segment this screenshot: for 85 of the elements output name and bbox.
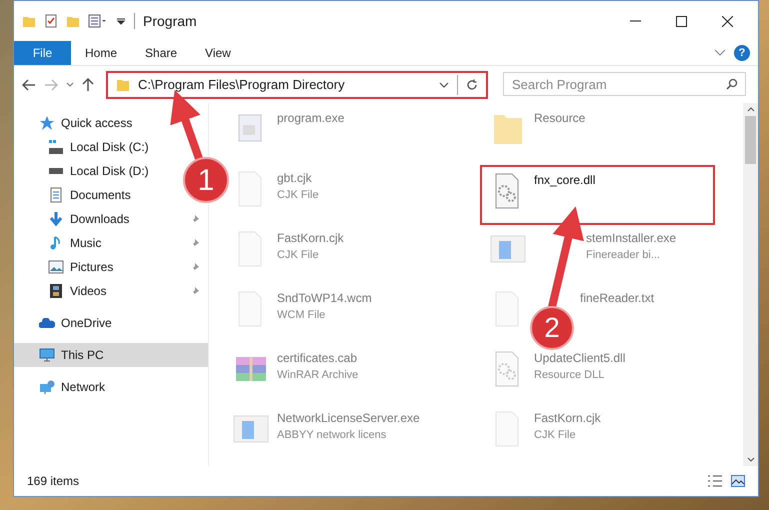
- file-name[interactable]: FastKorn.cjk: [277, 229, 344, 247]
- ribbon-tab[interactable]: Share: [131, 41, 192, 65]
- file-type: ABBYY network licens: [277, 428, 388, 443]
- sidebar-label: Downloads: [70, 211, 130, 228]
- sidebar-label: Quick access: [61, 115, 132, 132]
- scroll-down-icon[interactable]: [746, 457, 754, 462]
- close-icon: [722, 16, 732, 26]
- ribbon-tab[interactable]: View: [191, 41, 245, 65]
- file-name[interactable]: UpdateClient5.dll: [534, 349, 626, 367]
- sidebar-label: Local Disk (C:): [70, 139, 149, 156]
- drive-icon: [48, 139, 64, 155]
- minimize-icon: [630, 20, 640, 22]
- properties-icon[interactable]: [88, 14, 108, 28]
- star-icon: [39, 115, 55, 131]
- folder-icon[interactable]: [22, 14, 36, 28]
- maximize-icon: [676, 16, 686, 26]
- cloud-icon: [39, 318, 55, 328]
- search-field[interactable]: Search Program: [503, 72, 746, 96]
- address-path: C:\Program Files\Program Directory: [138, 76, 345, 94]
- picture-icon: [48, 259, 64, 275]
- address-bar[interactable]: C:\Program Files\Program Directory: [106, 70, 488, 98]
- folder-icon: [116, 78, 130, 92]
- sidebar-item[interactable]: Videos: [14, 279, 208, 303]
- back-arrow-icon[interactable]: [22, 78, 36, 90]
- sidebar-item[interactable]: This PC: [14, 343, 208, 367]
- window-title: Program: [143, 12, 197, 31]
- file-name[interactable]: program.exe: [277, 109, 344, 127]
- sidebar-item[interactable]: Documents: [14, 183, 139, 207]
- film-icon: [48, 283, 64, 299]
- item-count: 169 items: [27, 473, 80, 490]
- sidebar-item[interactable]: OneDrive: [14, 311, 120, 335]
- sidebar-item[interactable]: Local Disk (C:): [14, 135, 157, 159]
- ribbon-tab[interactable]: Home: [71, 41, 132, 65]
- file-name[interactable]: fineReader.txt: [580, 289, 654, 307]
- sidebar-label: Network: [61, 379, 106, 396]
- details-view-icon[interactable]: [707, 475, 723, 487]
- file-name[interactable]: stemInstaller.exe: [586, 229, 676, 247]
- file-name[interactable]: SndToWP14.wcm: [277, 289, 372, 307]
- sidebar-label: Documents: [70, 187, 131, 204]
- file-name[interactable]: FastKorn.cjk: [534, 409, 601, 427]
- sidebar-label: Music: [70, 235, 102, 252]
- help-button[interactable]: ?: [734, 45, 750, 61]
- file-type: WCM File: [277, 308, 326, 323]
- search-icon[interactable]: [726, 78, 738, 90]
- file-name[interactable]: gbt.cjk: [277, 169, 319, 187]
- dropdown-caret-icon[interactable]: [439, 82, 449, 88]
- sidebar-label: Local Disk (D:): [70, 163, 149, 180]
- computer-icon: [39, 347, 55, 363]
- file-name[interactable]: Resource: [534, 109, 586, 127]
- file-name[interactable]: NetworkLicenseServer.exe: [277, 409, 420, 427]
- file-type: WinRAR Archive: [277, 368, 358, 383]
- folder-icon[interactable]: [66, 14, 80, 28]
- sidebar-label: OneDrive: [61, 315, 112, 332]
- sidebar-label: Videos: [70, 283, 106, 300]
- sidebar-item[interactable]: Quick access: [14, 111, 140, 135]
- sidebar-item[interactable]: Network: [14, 375, 114, 399]
- selected-file-item[interactable]: fnx_core.dll: [480, 165, 715, 225]
- sidebar-item[interactable]: Local Disk (D:): [14, 159, 157, 183]
- file-type: CJK File: [277, 188, 319, 203]
- up-arrow-icon[interactable]: [82, 78, 94, 92]
- file-type: CJK File: [534, 428, 577, 443]
- scroll-up-icon[interactable]: [746, 107, 754, 112]
- sidebar-item[interactable]: Downloads: [14, 207, 208, 231]
- file-name[interactable]: certificates.cab: [277, 349, 358, 367]
- file-type: Resource DLL: [534, 368, 606, 383]
- sidebar-label: This PC: [61, 347, 104, 364]
- expand-ribbon-icon[interactable]: [714, 49, 726, 57]
- document-icon: [48, 187, 64, 203]
- refresh-icon[interactable]: [466, 78, 478, 90]
- network-icon: [39, 379, 55, 395]
- file-type: Finereader bi...: [586, 248, 661, 263]
- caret-icon[interactable]: [116, 16, 126, 26]
- sidebar-label: Pictures: [70, 259, 114, 276]
- forward-arrow-icon[interactable]: [44, 78, 58, 90]
- scrollbar[interactable]: [743, 103, 758, 466]
- file-type: CJK File: [277, 248, 320, 263]
- scrollbar-thumb[interactable]: [745, 116, 756, 164]
- sidebar-item[interactable]: Pictures: [14, 255, 208, 279]
- drive-icon: [48, 167, 64, 175]
- file-menu-button[interactable]: File: [14, 41, 71, 65]
- file-name[interactable]: fnx_core.dll: [534, 171, 596, 189]
- large-icons-view-icon[interactable]: [731, 475, 745, 487]
- download-arrow-icon: [48, 211, 64, 227]
- sidebar-item[interactable]: Music: [14, 231, 208, 255]
- checklist-icon[interactable]: [44, 14, 58, 28]
